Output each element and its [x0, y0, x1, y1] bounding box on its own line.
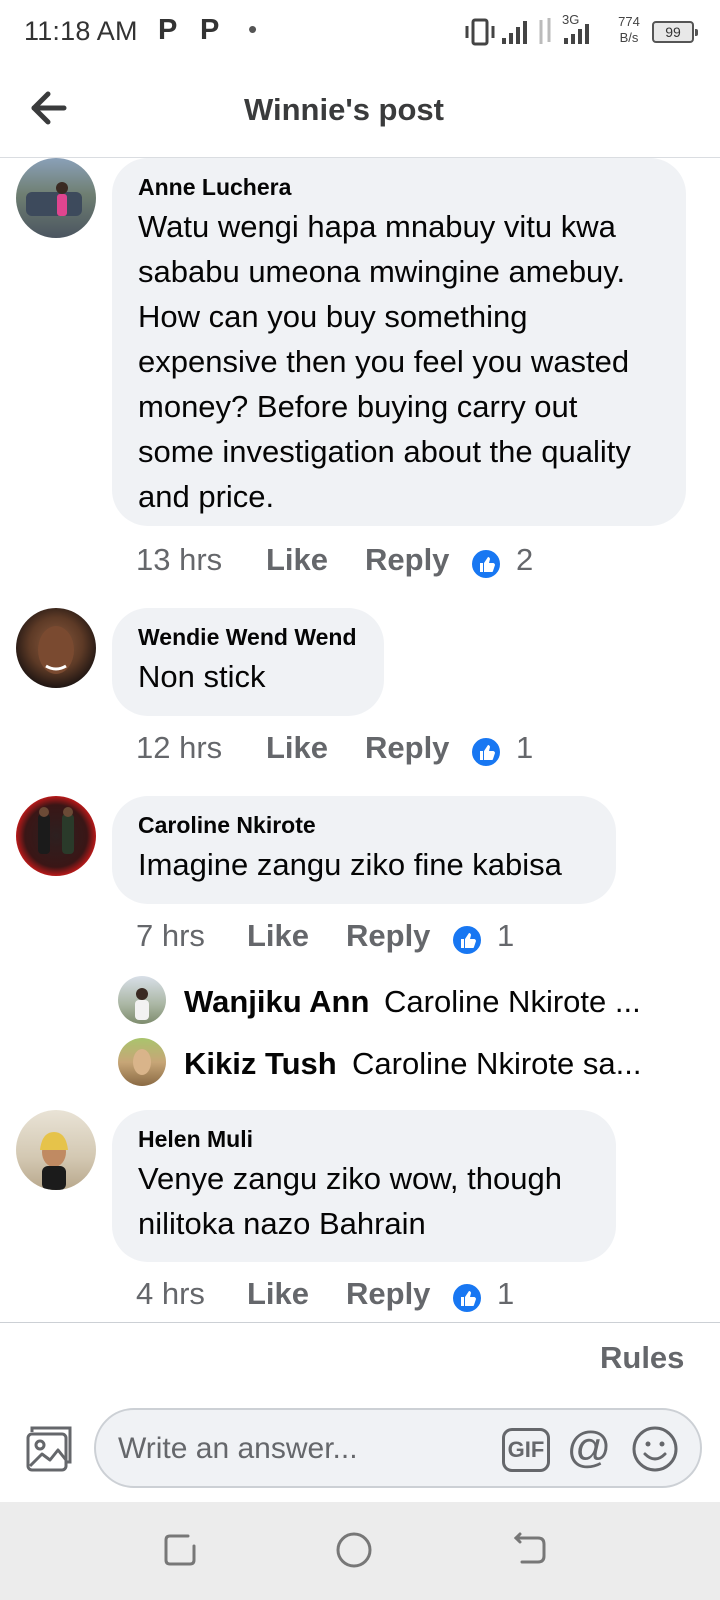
battery-icon: 99 [652, 21, 698, 43]
reply-button[interactable]: Reply [365, 542, 449, 578]
recents-icon [164, 1534, 196, 1566]
status-bar: 11:18 AM P P • 3G 774 B/s 99 [0, 0, 720, 62]
comment-text: Imagine zangu ziko fine kabisa [138, 847, 562, 882]
home-icon [336, 1532, 372, 1568]
reaction-count: 1 [516, 730, 534, 765]
comment-bubble: Anne Luchera Watu wengi hapa mnabuy vitu… [112, 158, 686, 526]
comment-bubble: Helen Muli Venye zangu ziko wow, though … [112, 1110, 616, 1262]
like-reaction-icon [470, 548, 502, 580]
like-reaction-icon [451, 924, 483, 956]
data-icon [539, 18, 551, 44]
comment-author[interactable]: Wendie Wend Wend [138, 622, 358, 652]
reaction-count: 1 [497, 918, 515, 953]
nav-back-button[interactable] [508, 1528, 552, 1572]
back-icon [513, 1532, 546, 1564]
system-nav-bar [0, 1502, 720, 1600]
reaction-count: 2 [516, 542, 534, 577]
comment-actions: 4 hrs Like Reply 1 [136, 1276, 696, 1316]
avatar [118, 976, 166, 1024]
avatar-image [38, 626, 74, 674]
home-button[interactable] [332, 1528, 376, 1572]
avatar[interactable] [16, 608, 96, 688]
comment-text: Watu wengi hapa mnabuy vitu kwa sababu u… [138, 209, 631, 514]
reply-author: Wanjiku Ann [184, 984, 370, 1019]
status-time: 11:18 AM [24, 16, 138, 46]
avatar-image [38, 807, 74, 854]
like-button[interactable]: Like [266, 542, 328, 578]
comment-time: 13 hrs [136, 542, 223, 577]
signal-3g-icon [564, 24, 589, 44]
avatar-image [40, 1132, 68, 1190]
photo-icon [26, 1426, 72, 1472]
like-reaction-icon [451, 1282, 483, 1314]
comment-actions: 13 hrs Like Reply 2 [136, 542, 696, 582]
like-reaction-icon [470, 736, 502, 768]
comment-list: Anne Luchera Watu wengi hapa mnabuy vitu… [0, 158, 720, 1322]
dot-icon: • [248, 14, 258, 44]
comment-bubble: Wendie Wend Wend Non stick [112, 608, 384, 716]
reply-button[interactable]: Reply [346, 1276, 430, 1312]
emoji-button[interactable] [630, 1424, 680, 1474]
net-speed: 774 B/s [618, 14, 640, 45]
p-notification-icon: P [158, 14, 178, 46]
reaction-count: 1 [497, 1276, 515, 1311]
reply-text: Caroline Nkirote ... [384, 984, 641, 1019]
comment-bubble: Caroline Nkirote Imagine zangu ziko fine… [112, 796, 616, 904]
comment-text: Venye zangu ziko wow, though nilitoka na… [138, 1161, 562, 1241]
comment-time: 12 hrs [136, 730, 223, 765]
reply-button[interactable]: Reply [346, 918, 430, 954]
answer-placeholder: Write an answer... [118, 1432, 358, 1465]
reply-author: Kikiz Tush [184, 1046, 337, 1081]
reply-button[interactable]: Reply [365, 730, 449, 766]
avatar [118, 1038, 166, 1086]
avatar[interactable] [16, 158, 96, 238]
reply-text: Caroline Nkirote sa... [352, 1046, 642, 1081]
answer-input[interactable]: Write an answer... GIF @ [94, 1408, 702, 1488]
mention-button[interactable]: @ [564, 1424, 614, 1474]
emoji-icon [632, 1426, 678, 1472]
like-button[interactable]: Like [247, 918, 309, 954]
avatar[interactable] [16, 1110, 96, 1190]
comment-text: Non stick [138, 659, 266, 694]
comment-time: 4 hrs [136, 1276, 205, 1311]
like-button[interactable]: Like [247, 1276, 309, 1312]
gif-button[interactable]: GIF [502, 1428, 550, 1472]
page-title: Winnie's post [244, 92, 444, 127]
comment-author[interactable]: Helen Muli [138, 1124, 590, 1154]
photo-button[interactable] [20, 1422, 74, 1476]
vibrate-icon [465, 18, 495, 46]
recents-button[interactable] [158, 1528, 202, 1572]
comment-author[interactable]: Anne Luchera [138, 172, 660, 202]
rules-link[interactable]: Rules [600, 1340, 684, 1376]
comment-author[interactable]: Caroline Nkirote [138, 810, 590, 840]
p-notification-icon: P [200, 14, 220, 46]
comment-time: 7 hrs [136, 918, 205, 953]
header: Winnie's post [0, 62, 720, 158]
avatar[interactable] [16, 796, 96, 876]
reply-preview[interactable]: Kikiz Tush Caroline Nkirote sa... [118, 1038, 678, 1090]
avatar-image [26, 182, 82, 216]
comment-actions: 12 hrs Like Reply 1 [136, 730, 696, 770]
signal-icon [502, 21, 527, 44]
divider [0, 1322, 720, 1323]
like-button[interactable]: Like [266, 730, 328, 766]
comment-actions: 7 hrs Like Reply 1 [136, 918, 696, 958]
reply-preview[interactable]: Wanjiku Ann Caroline Nkirote ... [118, 976, 678, 1028]
